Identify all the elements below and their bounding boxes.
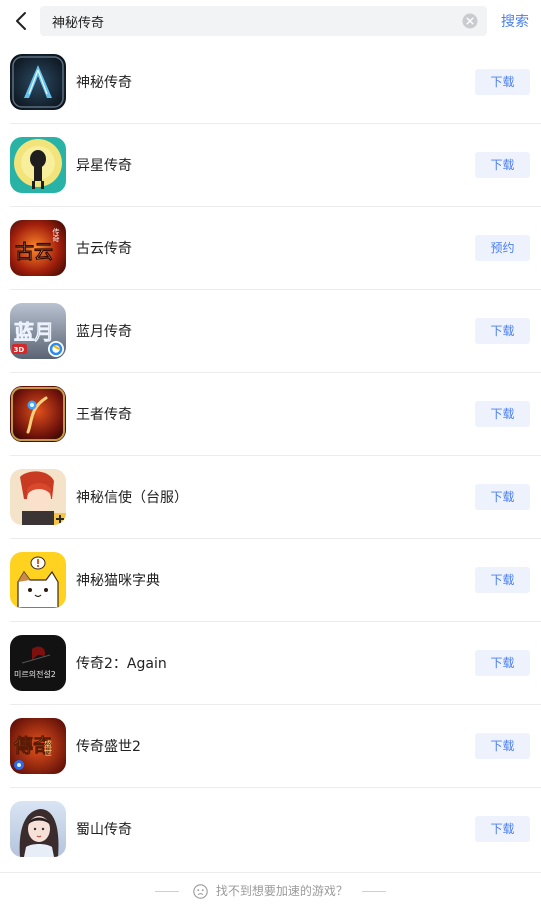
search-box[interactable] (40, 6, 487, 36)
shushan-legend-icon[interactable] (10, 801, 66, 857)
icon-title-text: 古云 (15, 240, 53, 263)
list-item[interactable]: 异星传奇 下载 (0, 124, 541, 207)
footer-text: 找不到想要加速的游戏？ (215, 884, 348, 898)
game-name: 传奇2：Again (76, 656, 167, 672)
game-name: 王者传奇 (76, 407, 132, 423)
list-item[interactable]: 蜀山传奇 下载 (0, 788, 541, 871)
guyun-legend-icon[interactable]: 古云 传奇 (10, 220, 66, 276)
download-button[interactable]: 下载 (475, 69, 530, 95)
game-name: 异星传奇 (76, 158, 132, 174)
divider-line (361, 891, 386, 892)
download-button[interactable]: 下载 (475, 318, 530, 344)
game-name: 传奇盛世2 (76, 739, 141, 755)
game-name: 神秘猫咪字典 (76, 573, 160, 589)
clear-icon[interactable] (462, 13, 478, 29)
mystic-messenger-icon[interactable] (10, 469, 66, 525)
download-button[interactable]: 下载 (475, 152, 530, 178)
mystic-legend-icon[interactable] (10, 54, 66, 110)
game-name: 蓝月传奇 (76, 324, 132, 340)
icon-badge-text: 传奇 (52, 227, 60, 242)
cat-dictionary-icon[interactable] (10, 552, 66, 608)
list-item[interactable]: 神秘信使（台服） 下载 (0, 456, 541, 539)
sad-face-icon (193, 884, 208, 899)
download-button[interactable]: 下载 (475, 567, 530, 593)
divider-line (155, 891, 180, 892)
download-button[interactable]: 下载 (475, 484, 530, 510)
search-button[interactable]: 搜索 (501, 11, 529, 31)
alien-legend-icon[interactable] (10, 137, 66, 193)
search-input[interactable] (52, 6, 452, 36)
feedback-link[interactable]: 找不到想要加速的游戏？ (0, 882, 541, 899)
reserve-button[interactable]: 预约 (475, 235, 530, 261)
download-button[interactable]: 下载 (475, 401, 530, 427)
list-item[interactable]: 傳奇 盛世 传奇盛世2 下载 (0, 705, 541, 788)
list-item[interactable]: 古云 传奇 古云传奇 预约 (0, 207, 541, 290)
game-name: 神秘信使（台服） (76, 490, 188, 506)
king-legend-icon[interactable] (10, 386, 66, 442)
icon-title-text: 미르의전설2 (14, 669, 56, 679)
back-icon[interactable] (8, 7, 36, 35)
game-name: 神秘传奇 (76, 75, 132, 91)
list-item[interactable]: 神秘猫咪字典 下载 (0, 539, 541, 622)
list-item[interactable]: 미르의전설2 传奇2：Again 下载 (0, 622, 541, 705)
legend2-again-icon[interactable]: 미르의전설2 (10, 635, 66, 691)
results-list: 神秘传奇 下载 异星传奇 下载 古云 传奇 古云传奇 预约 蓝月 3D 蓝月传奇… (0, 41, 541, 871)
download-button[interactable]: 下载 (475, 816, 530, 842)
footer: 找不到想要加速的游戏？ (0, 872, 541, 905)
legend-shengshi2-icon[interactable]: 傳奇 盛世 (10, 718, 66, 774)
list-item[interactable]: 蓝月 3D 蓝月传奇 下载 (0, 290, 541, 373)
icon-title-text: 蓝月 (14, 320, 54, 344)
game-name: 蜀山传奇 (76, 822, 132, 838)
icon-badge-text: 盛世 (44, 739, 53, 756)
download-button[interactable]: 下载 (475, 650, 530, 676)
blue-moon-legend-icon[interactable]: 蓝月 3D (10, 303, 66, 359)
download-button[interactable]: 下载 (475, 733, 530, 759)
game-name: 古云传奇 (76, 241, 132, 257)
icon-badge-text: 3D (14, 346, 25, 354)
list-item[interactable]: 王者传奇 下载 (0, 373, 541, 456)
top-bar: 搜索 (0, 0, 541, 42)
list-item[interactable]: 神秘传奇 下载 (0, 41, 541, 124)
